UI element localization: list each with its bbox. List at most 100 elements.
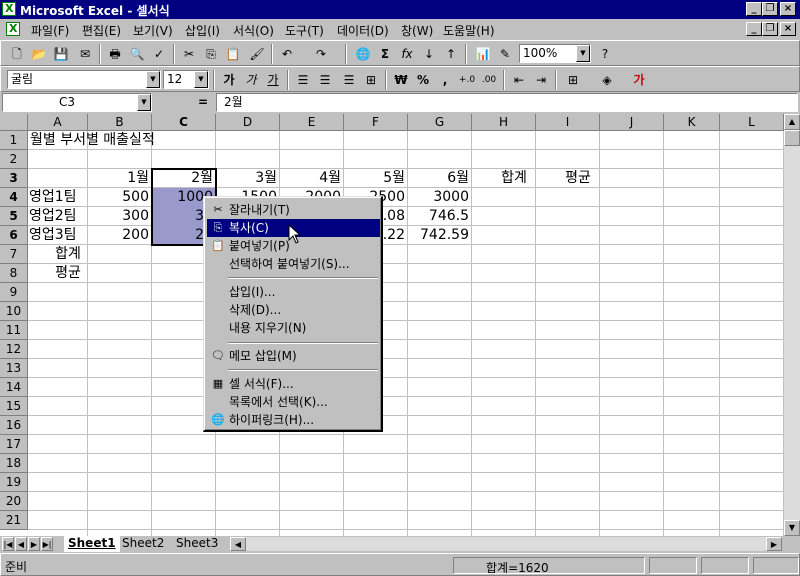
comma-icon[interactable]: , xyxy=(435,70,455,90)
column-header-c[interactable]: C xyxy=(152,114,216,131)
cell-b4[interactable]: 500 xyxy=(88,188,152,207)
align-left-icon[interactable]: ☰ xyxy=(293,70,313,90)
cell-a5[interactable]: 영업2팀 xyxy=(29,207,77,226)
cell-d3[interactable]: 3월 xyxy=(216,169,280,188)
menu-edit[interactable]: 편집(E) xyxy=(82,22,121,39)
open-icon[interactable]: 📂 xyxy=(29,44,49,64)
cell-b3[interactable]: 1월 xyxy=(88,169,152,188)
chevron-down-icon[interactable]: ▼ xyxy=(137,94,151,111)
tab-sheet3[interactable]: Sheet3 xyxy=(172,536,222,552)
row-header-10[interactable]: 10 xyxy=(0,302,28,321)
doc-minimize-button[interactable]: _ xyxy=(746,22,762,36)
merge-center-icon[interactable]: ⊞ xyxy=(361,70,381,90)
fill-color-icon[interactable]: ◈ xyxy=(597,70,617,90)
zoom-combo[interactable]: 100% ▼ xyxy=(519,44,591,63)
paste-icon[interactable]: 📋 xyxy=(223,44,243,64)
cell-c3[interactable]: 2월 xyxy=(152,169,216,188)
cell-a6[interactable]: 영업3팀 xyxy=(29,226,77,245)
row-header-13[interactable]: 13 xyxy=(0,359,28,378)
hyperlink-icon[interactable]: 🌐 xyxy=(353,44,373,64)
row-header-15[interactable]: 15 xyxy=(0,397,28,416)
vertical-scrollbar[interactable]: ▲ ▼ xyxy=(784,114,800,536)
new-icon[interactable]: 🗋 xyxy=(7,44,27,64)
cell-i3[interactable]: 평균 xyxy=(536,169,620,188)
chevron-down-icon[interactable]: ▼ xyxy=(576,45,590,62)
prev-sheet-icon[interactable]: ◀ xyxy=(15,537,27,551)
function-icon[interactable]: fx xyxy=(397,44,417,64)
save-icon[interactable]: 💾 xyxy=(51,44,71,64)
row-header-5[interactable]: 5 xyxy=(0,207,28,226)
menu-format[interactable]: 서식(O) xyxy=(233,22,274,39)
minimize-button[interactable]: _ xyxy=(746,2,762,16)
first-sheet-icon[interactable]: |◀ xyxy=(2,537,14,551)
menu-item-cut[interactable]: ✂ 잘라내기(T) xyxy=(207,201,380,219)
scroll-up-icon[interactable]: ▲ xyxy=(784,114,800,130)
row-header-19[interactable]: 19 xyxy=(0,473,28,492)
row-header-8[interactable]: 8 xyxy=(0,264,28,283)
chevron-down-icon[interactable]: ▼ xyxy=(194,71,208,88)
row-header-1[interactable]: 1 xyxy=(0,131,28,150)
print-icon[interactable]: 🖶 xyxy=(105,44,125,64)
excel-app-icon[interactable] xyxy=(2,2,16,16)
size-combo[interactable]: 12 ▼ xyxy=(163,70,209,89)
horizontal-scrollbar[interactable]: ◀ ▶ xyxy=(230,537,782,551)
cell-g6[interactable]: 742.59 xyxy=(408,226,472,245)
cell-g4[interactable]: 3000 xyxy=(408,188,472,207)
autosum-icon[interactable]: Σ xyxy=(375,44,395,64)
borders-icon[interactable]: ⊞ xyxy=(563,70,583,90)
menu-item-delete[interactable]: 삭제(D)... xyxy=(207,301,380,319)
cell-b6[interactable]: 200 xyxy=(88,226,152,245)
bold-icon[interactable]: 가 xyxy=(219,70,239,90)
align-center-icon[interactable]: ☰ xyxy=(315,70,335,90)
column-header-f[interactable]: F xyxy=(344,114,408,131)
row-header-12[interactable]: 12 xyxy=(0,340,28,359)
restore-button[interactable]: ❐ xyxy=(762,2,778,16)
increase-decimal-icon[interactable]: +.0 xyxy=(457,70,477,90)
redo-icon[interactable]: ↷ xyxy=(311,44,331,64)
menu-item-paste-special[interactable]: 선택하여 붙여넣기(S)... xyxy=(207,255,380,273)
menu-item-format-cells[interactable]: ▦ 셀 서식(F)... xyxy=(207,375,380,393)
currency-icon[interactable]: ₩ xyxy=(391,70,411,90)
doc-restore-button[interactable]: ❐ xyxy=(762,22,778,36)
cell-g3[interactable]: 6월 xyxy=(408,169,472,188)
cell-f3[interactable]: 5월 xyxy=(344,169,408,188)
scroll-left-icon[interactable]: ◀ xyxy=(230,537,246,551)
italic-icon[interactable]: 가 xyxy=(241,70,261,90)
cell-a4[interactable]: 영업1팀 xyxy=(29,188,77,207)
menu-item-hyperlink[interactable]: 🌐 하이퍼링크(H)... xyxy=(207,411,380,429)
row-header-6[interactable]: 6 xyxy=(0,226,28,245)
sort-descending-icon[interactable]: ↑ xyxy=(441,44,461,64)
format-painter-icon[interactable]: 🖌 xyxy=(247,44,267,64)
tab-sheet2[interactable]: Sheet2 xyxy=(118,536,168,552)
formula-input[interactable]: 2월 xyxy=(216,93,798,112)
row-header-17[interactable]: 17 xyxy=(0,435,28,454)
workbook-icon[interactable] xyxy=(6,22,20,36)
cell-e3[interactable]: 4월 xyxy=(280,169,344,188)
column-header-l[interactable]: L xyxy=(720,114,784,131)
font-color-icon[interactable]: 가 xyxy=(629,70,649,90)
decrease-indent-icon[interactable]: ⇤ xyxy=(509,70,529,90)
email-icon[interactable]: ✉ xyxy=(75,44,95,64)
sort-ascending-icon[interactable]: ↓ xyxy=(419,44,439,64)
row-header-9[interactable]: 9 xyxy=(0,283,28,302)
undo-icon[interactable]: ↶ xyxy=(277,44,297,64)
scroll-thumb[interactable] xyxy=(784,130,800,146)
close-button[interactable]: × xyxy=(780,2,796,16)
menu-insert[interactable]: 삽입(I) xyxy=(185,22,220,39)
copy-icon[interactable]: ⎘ xyxy=(201,44,221,64)
cut-icon[interactable]: ✂ xyxy=(179,44,199,64)
row-header-7[interactable]: 7 xyxy=(0,245,28,264)
column-header-j[interactable]: J xyxy=(600,114,664,131)
row-header-3[interactable]: 3 xyxy=(0,169,28,188)
cell-a8[interactable]: 평균 xyxy=(28,264,108,283)
align-right-icon[interactable]: ☰ xyxy=(339,70,359,90)
row-header-11[interactable]: 11 xyxy=(0,321,28,340)
chart-wizard-icon[interactable]: 📊 xyxy=(473,44,493,64)
column-header-d[interactable]: D xyxy=(216,114,280,131)
row-header-2[interactable]: 2 xyxy=(0,150,28,169)
row-header-16[interactable]: 16 xyxy=(0,416,28,435)
menu-item-insert[interactable]: 삽입(I)... xyxy=(207,283,380,301)
menu-help[interactable]: 도움말(H) xyxy=(443,22,495,39)
column-header-h[interactable]: H xyxy=(472,114,536,131)
menu-window[interactable]: 창(W) xyxy=(401,22,433,39)
